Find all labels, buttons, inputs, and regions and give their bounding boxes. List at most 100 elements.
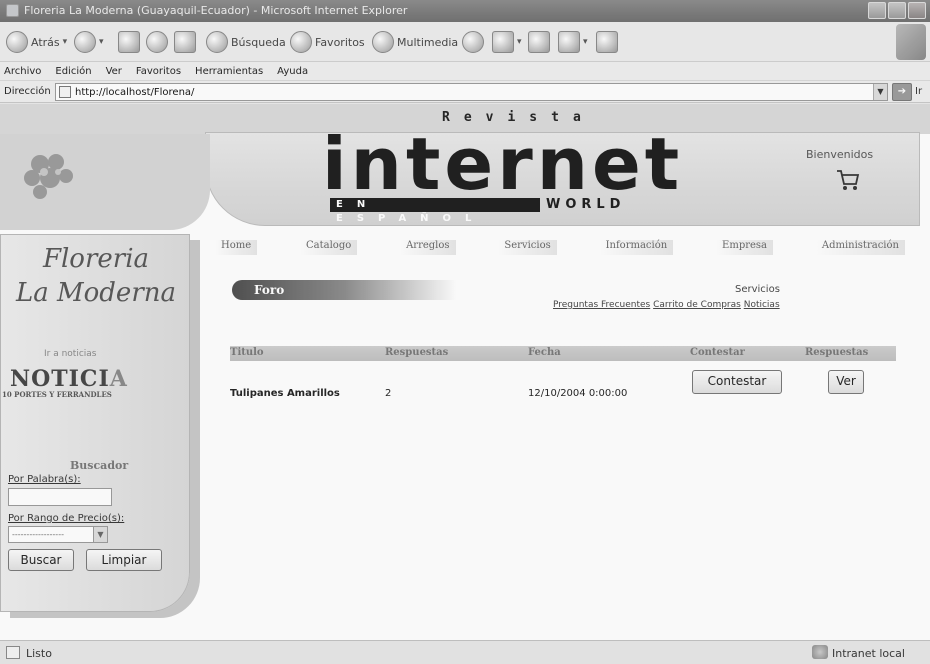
refresh-icon <box>146 31 168 53</box>
services-title: Servicios <box>735 284 780 295</box>
go-button[interactable]: ➔ <box>892 83 912 101</box>
maximize-button[interactable] <box>888 2 906 19</box>
back-arrow-icon <box>6 31 28 53</box>
history-button[interactable] <box>462 28 484 56</box>
search-title: Buscador <box>70 459 129 472</box>
thread-title[interactable]: Tulipanes Amarillos <box>230 388 340 399</box>
reply-button[interactable]: Contestar <box>692 370 782 394</box>
news-link[interactable]: Ir a noticias <box>44 349 96 359</box>
nav-item-catalogo[interactable]: Catalogo <box>300 240 358 255</box>
mail-button[interactable]: ▾ <box>492 28 522 56</box>
keyword-label: Por Palabra(s): <box>8 474 81 485</box>
sidebar: Floreria La Moderna Ir a noticias NOTICI… <box>0 134 210 640</box>
column-header-reply: Contestar <box>690 347 745 358</box>
chevron-down-icon: ▾ <box>583 37 588 47</box>
edit-button[interactable]: ▾ <box>558 28 588 56</box>
mail-icon <box>492 31 514 53</box>
clear-button[interactable]: Limpiar <box>86 549 162 571</box>
history-icon <box>462 31 484 53</box>
favorites-button[interactable]: Favoritos <box>290 28 365 56</box>
back-button[interactable]: Atrás ▾ <box>6 28 67 56</box>
shopping-cart-icon[interactable] <box>835 168 861 192</box>
address-bar: Dirección http://localhost/Florena/ ▼ ➔ … <box>0 81 930 103</box>
document-icon <box>596 31 618 53</box>
forward-button[interactable]: ▾ <box>74 28 104 56</box>
news-logo[interactable]: NOTICIA 10 PORTES Y FERRANDLES <box>0 366 175 406</box>
address-url: http://localhost/Florena/ <box>75 86 195 98</box>
menu-bar: Archivo Edición Ver Favoritos Herramient… <box>0 62 930 81</box>
menu-item-favoritos[interactable]: Favoritos <box>136 66 181 77</box>
edit-icon <box>558 31 580 53</box>
browser-toolbar: Atrás ▾ ▾ Búsqueda Favoritos Multimedia … <box>0 22 930 62</box>
price-range-label: Por Rango de Precio(s): <box>8 513 125 524</box>
menu-item-ayuda[interactable]: Ayuda <box>277 66 308 77</box>
search-button[interactable]: Búsqueda <box>206 28 286 56</box>
windows-logo <box>896 24 926 60</box>
column-header-responses: Respuestas <box>805 347 869 358</box>
price-range-select[interactable]: ------------------ ▼ <box>8 526 108 543</box>
magazine-logo: Revista internet EN ESPAÑOL WORLD <box>322 110 684 224</box>
column-header-answers: Respuestas <box>385 347 449 358</box>
home-button[interactable] <box>174 28 196 56</box>
stop-button[interactable] <box>118 28 140 56</box>
thread-date: 12/10/2004 0:00:00 <box>528 388 628 399</box>
stop-icon <box>118 31 140 53</box>
media-button[interactable]: Multimedia <box>372 28 458 56</box>
page-title: Foro <box>232 280 456 300</box>
services-links: Preguntas Frecuentes Carrito de Compras … <box>553 300 780 310</box>
menu-item-edicion[interactable]: Edición <box>55 66 91 77</box>
status-bar: Listo Intranet local <box>0 640 930 664</box>
forward-arrow-icon <box>74 31 96 53</box>
nav-item-home[interactable]: Home <box>215 240 258 255</box>
page-icon <box>59 86 71 98</box>
site-title: Floreria La Moderna <box>15 244 176 308</box>
print-button[interactable] <box>528 28 550 56</box>
address-label: Dirección <box>4 86 51 97</box>
answer-count: 2 <box>385 388 392 399</box>
printer-icon <box>528 31 550 53</box>
search-icon <box>206 31 228 53</box>
link-news[interactable]: Noticias <box>744 300 780 310</box>
column-header-title: Titulo <box>230 347 264 358</box>
welcome-text: Bienvenidos <box>806 148 874 161</box>
keyword-input[interactable] <box>8 488 112 506</box>
address-input[interactable]: http://localhost/Florena/ ▼ <box>55 83 888 101</box>
window-titlebar: Floreria La Moderna (Guayaquil-Ecuador) … <box>0 0 930 22</box>
view-button[interactable]: Ver <box>828 370 864 394</box>
menu-item-archivo[interactable]: Archivo <box>4 66 41 77</box>
column-header-date: Fecha <box>528 347 561 358</box>
star-icon <box>290 31 312 53</box>
close-button[interactable] <box>908 2 926 19</box>
main-nav: Home Catalogo Arreglos Servicios Informa… <box>215 240 905 255</box>
minimize-button[interactable] <box>868 2 886 19</box>
link-faq[interactable]: Preguntas Frecuentes <box>553 300 650 310</box>
intranet-icon <box>812 645 828 659</box>
nav-item-informacion[interactable]: Información <box>599 240 674 255</box>
discuss-button[interactable] <box>596 28 618 56</box>
table-header: Titulo Respuestas Fecha Contestar Respue… <box>230 346 896 361</box>
chevron-down-icon: ▼ <box>93 527 107 542</box>
refresh-button[interactable] <box>146 28 168 56</box>
menu-item-ver[interactable]: Ver <box>106 66 122 77</box>
home-icon <box>174 31 196 53</box>
window-title: Floreria La Moderna (Guayaquil-Ecuador) … <box>24 4 408 17</box>
go-label[interactable]: Ir <box>915 86 922 97</box>
chevron-down-icon: ▾ <box>62 37 68 47</box>
ie-icon <box>6 4 19 17</box>
menu-item-herramientas[interactable]: Herramientas <box>195 66 263 77</box>
nav-item-arreglos[interactable]: Arreglos <box>400 240 456 255</box>
chevron-down-icon: ▾ <box>517 37 522 47</box>
page-content: Revista internet EN ESPAÑOL WORLD Bienve… <box>0 104 930 640</box>
nav-item-administracion[interactable]: Administración <box>815 240 905 255</box>
link-cart[interactable]: Carrito de Compras <box>653 300 741 310</box>
page-done-icon <box>6 646 20 659</box>
search-button[interactable]: Buscar <box>8 549 74 571</box>
security-zone: Intranet local <box>832 647 905 660</box>
flower-logo <box>24 154 73 199</box>
nav-item-servicios[interactable]: Servicios <box>498 240 557 255</box>
nav-item-empresa[interactable]: Empresa <box>716 240 774 255</box>
status-text: Listo <box>26 647 52 660</box>
chevron-down-icon: ▾ <box>99 37 104 47</box>
media-icon <box>372 31 394 53</box>
chevron-down-icon[interactable]: ▼ <box>873 84 887 100</box>
